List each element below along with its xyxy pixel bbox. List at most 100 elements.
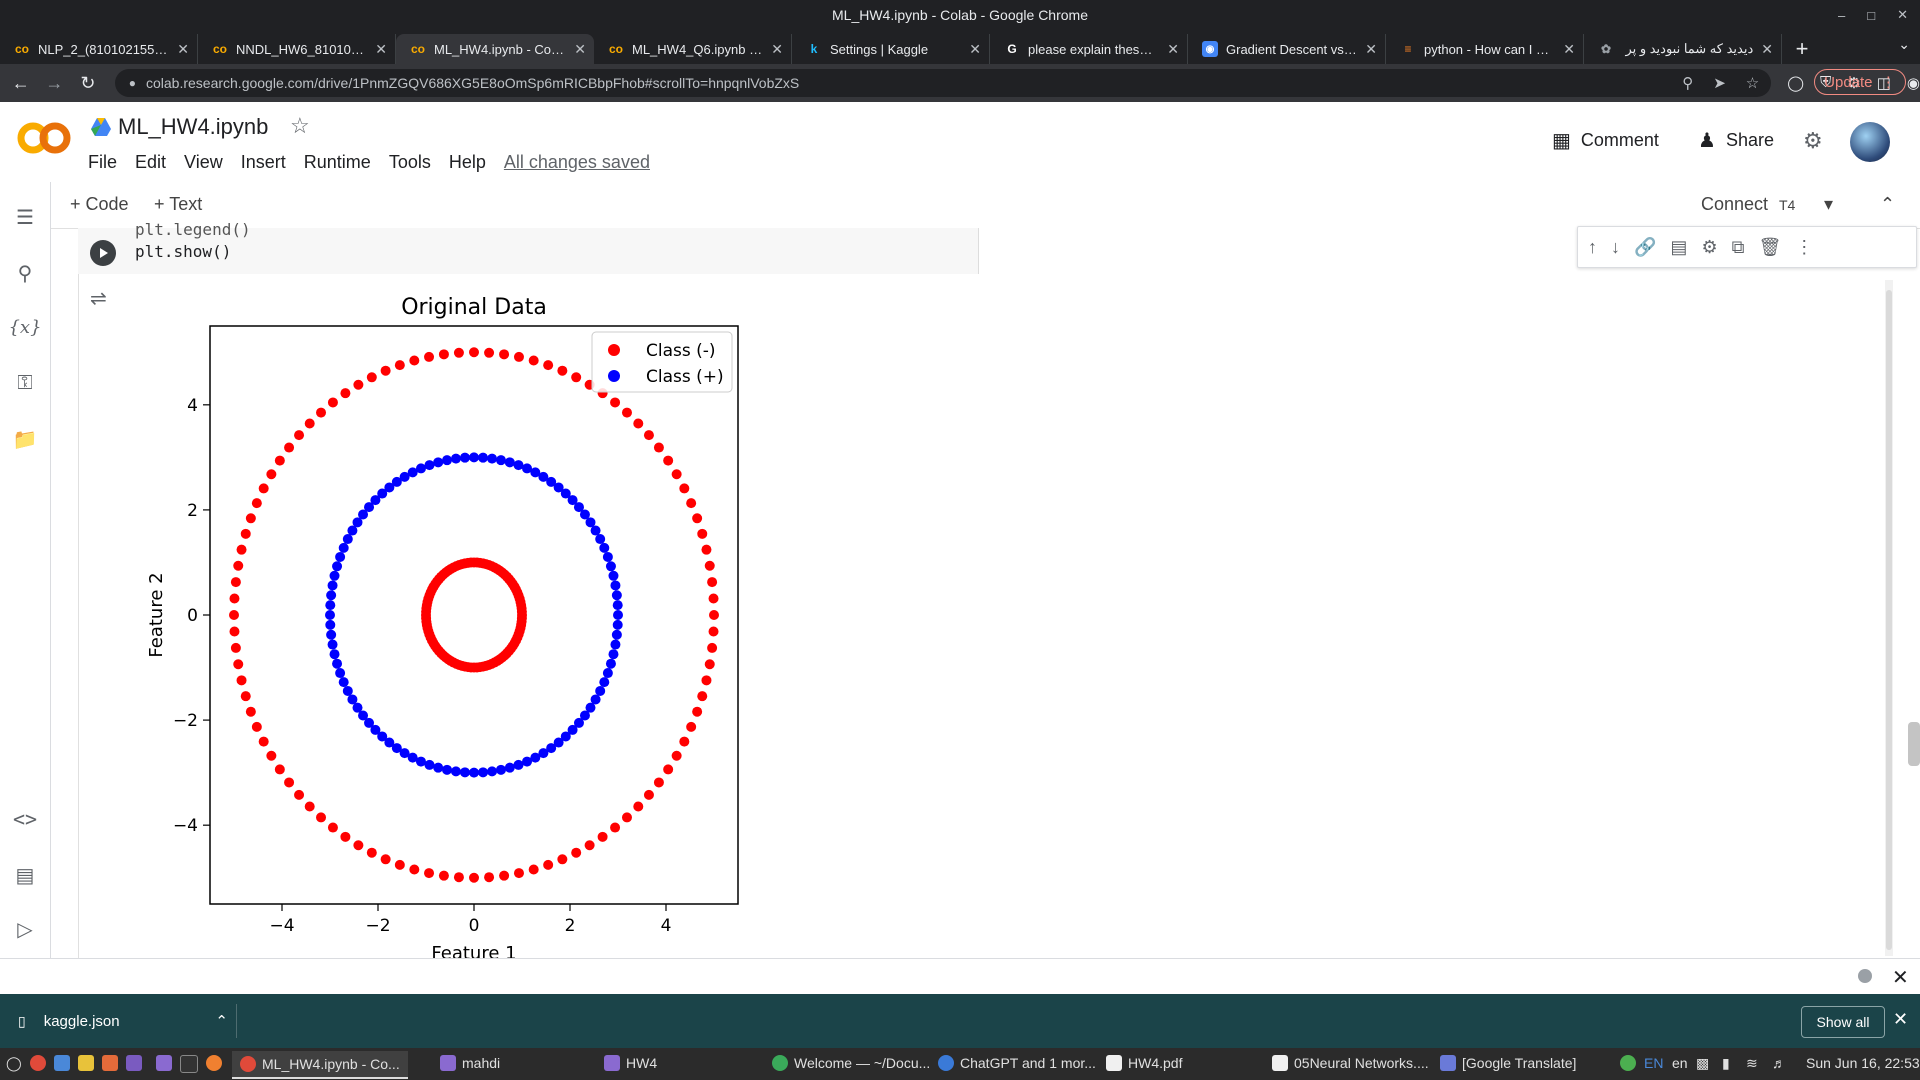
star-icon[interactable]: ☆ [290,113,310,139]
add-code-button[interactable]: + Code [70,194,129,215]
close-tab-icon[interactable]: ✕ [1167,41,1179,58]
close-tab-icon[interactable]: ✕ [1761,41,1773,58]
bookmark-star-icon[interactable]: ☆ [1746,74,1759,92]
monitor-tray-icon[interactable]: ▩ [1696,1055,1709,1072]
download-menu-chevron-icon[interactable]: ⌃ [215,1012,228,1030]
comment-button[interactable]: ▦ Comment [1552,128,1659,153]
tab-ml-hw4[interactable]: co ML_HW4.ipynb - Colab ✕ [396,34,594,64]
close-tab-icon[interactable]: ✕ [1365,41,1377,58]
taskbar-item-chatgpt[interactable]: ChatGPT and 1 mor... [938,1055,1096,1071]
runtime-dropdown-icon[interactable]: ▾ [1824,194,1833,215]
zoom-icon[interactable]: ⚲ [1682,74,1693,92]
menu-runtime[interactable]: Runtime [304,152,371,173]
close-tab-icon[interactable]: ✕ [375,41,387,58]
site-info-icon[interactable]: ● [129,76,136,90]
files-app-icon[interactable] [156,1055,172,1071]
collapse-header-icon[interactable]: ⌃ [1880,194,1895,215]
code-cell[interactable]: plt.legend() plt.show() [78,220,979,274]
input-method-label[interactable]: EN [1644,1055,1663,1071]
output-actions-icon[interactable]: ⇌ [90,286,107,311]
minimize-icon[interactable]: – [1838,8,1845,23]
variables-icon[interactable]: {x} [8,314,41,340]
battery-icon[interactable]: ▮ [1722,1055,1730,1072]
mirror-cell-icon[interactable]: ⧉ [1732,237,1745,258]
tab-nndl[interactable]: co NNDL_HW6_81010215 ✕ [198,34,396,64]
chrome-launcher-icon[interactable] [30,1055,46,1071]
taskbar-item-chrome[interactable]: ML_HW4.ipynb - Co... [232,1051,408,1079]
cell-settings-icon[interactable]: ⚙ [1701,237,1717,258]
code-line[interactable]: plt.show() [135,242,231,261]
tab-gradient[interactable]: ◉ Gradient Descent vs. N ✕ [1188,34,1386,64]
taskbar-item-hw4pdf[interactable]: HW4.pdf [1106,1055,1182,1071]
tab-stackoverflow[interactable]: ≡ python - How can I prev ✕ [1386,34,1584,64]
taskbar-item-mahdi[interactable]: mahdi [440,1055,500,1071]
folder-launcher-icon[interactable] [126,1055,142,1071]
menu-view[interactable]: View [184,152,223,173]
close-status-icon[interactable]: ✕ [1892,965,1909,990]
page-scrollbar-thumb[interactable] [1908,722,1920,766]
tab-nlp[interactable]: co NLP_2_(810102155).ipy ✕ [0,34,198,64]
tab-persian[interactable]: ✿ دیدید که شما نبودید و پر ✕ [1584,34,1782,64]
os-menu-icon[interactable]: ◯ [6,1055,22,1072]
close-downloads-icon[interactable]: ✕ [1893,1009,1908,1030]
terminal-app-icon[interactable] [180,1055,198,1073]
close-tab-icon[interactable]: ✕ [771,41,783,58]
new-tab-icon[interactable]: + [1782,34,1822,64]
profile-avatar-icon[interactable]: ◉ [1907,74,1920,92]
taskbar-item-hw4[interactable]: HW4 [604,1055,657,1071]
command-palette-icon[interactable]: ▤ [12,862,38,888]
tab-kaggle[interactable]: k Settings | Kaggle ✕ [792,34,990,64]
close-window-icon[interactable]: ✕ [1897,7,1908,23]
table-of-contents-icon[interactable]: ☰ [12,204,38,230]
code-snippets-icon[interactable]: <> [12,806,38,832]
search-icon[interactable]: ⚲ [12,260,38,286]
close-tab-icon[interactable]: ✕ [177,41,189,58]
drive-icon[interactable] [90,117,112,137]
tool-launcher-icon[interactable] [102,1055,118,1071]
move-up-icon[interactable]: ↑ [1588,237,1597,258]
menu-tools[interactable]: Tools [389,152,431,173]
download-item[interactable]: ▯ kaggle.json ⌃ [18,1006,228,1036]
tab-google[interactable]: G please explain these tw ✕ [990,34,1188,64]
tab-ml-hw4-q6[interactable]: co ML_HW4_Q6.ipynb - Co ✕ [594,34,792,64]
taskbar-item-translate[interactable]: [Google Translate] [1440,1055,1576,1071]
delete-icon[interactable]: 🗑 [1758,237,1781,258]
taskbar-item-neural[interactable]: 05Neural Networks.... [1272,1055,1429,1071]
notebook-title[interactable]: ML_HW4.ipynb [118,114,268,140]
taskbar-item-welcome[interactable]: Welcome — ~/Docu... [772,1055,930,1071]
close-tab-icon[interactable]: ✕ [574,41,586,58]
wifi-icon[interactable]: ≋ [1746,1055,1758,1072]
show-all-button[interactable]: Show all [1801,1006,1885,1038]
files-folder-icon[interactable]: 📁 [12,426,38,452]
code-line[interactable]: plt.legend() [135,220,251,239]
menu-help[interactable]: Help [449,152,486,173]
connect-button[interactable]: Connect [1701,194,1768,215]
add-comment-icon[interactable]: ▤ [1670,237,1687,258]
close-tab-icon[interactable]: ✕ [969,41,981,58]
app-launcher-icon[interactable] [54,1055,70,1071]
maximize-icon[interactable]: □ [1867,8,1875,23]
more-options-icon[interactable]: ⋮ [1795,237,1813,258]
forward-icon[interactable]: → [42,70,68,96]
menu-file[interactable]: File [88,152,117,173]
menu-insert[interactable]: Insert [241,152,286,173]
link-icon[interactable]: 🔗 [1634,237,1656,258]
keyboard-layout-label[interactable]: en [1672,1055,1688,1071]
tab-search-icon[interactable]: ⌄ [1898,36,1910,53]
clock[interactable]: Sun Jun 16, 22:53 [1806,1055,1920,1071]
user-avatar[interactable] [1850,122,1890,162]
secrets-key-icon[interactable]: ⚿ [12,370,38,396]
files-launcher-icon[interactable] [78,1055,94,1071]
menu-edit[interactable]: Edit [135,152,166,173]
send-icon[interactable]: ➤ [1713,74,1726,92]
save-status[interactable]: All changes saved [504,152,650,173]
check-tray-icon[interactable] [1620,1055,1636,1071]
volume-icon[interactable]: ♬ [1772,1055,1786,1071]
colab-logo-icon[interactable] [16,120,72,156]
settings-gear-icon[interactable]: ⚙ [1803,128,1823,154]
url-field[interactable]: ● colab.research.google.com/drive/1PnmZG… [114,69,1772,97]
reload-icon[interactable]: ↻ [75,70,101,96]
extension-circle-icon[interactable]: ◯ [1787,74,1804,92]
terminal-icon[interactable]: ▷ [12,916,38,942]
move-down-icon[interactable]: ↓ [1611,237,1620,258]
